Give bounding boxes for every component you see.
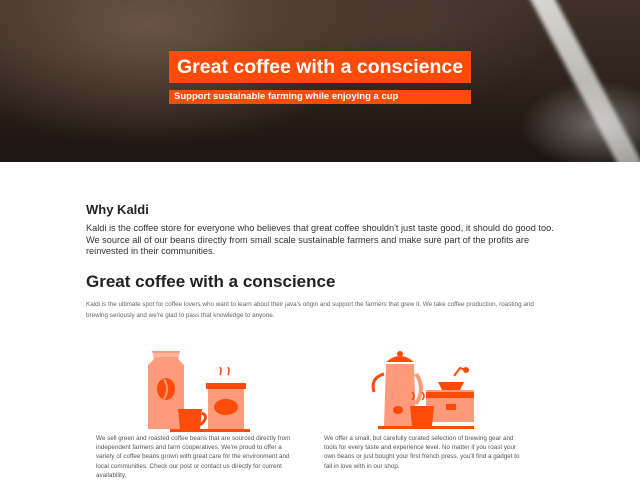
intro-text: Kaldi is the ultimate spot for coffee lo… <box>86 301 534 319</box>
coffee-cup-icon <box>410 406 434 426</box>
why-heading: Why Kaldi <box>86 202 149 217</box>
kettle-lid <box>386 356 414 362</box>
why-text: Kaldi is the coffee store for everyone w… <box>86 223 554 256</box>
beans-description: We sell green and roasted coffee beans t… <box>96 435 291 479</box>
hero-background-glow <box>520 80 640 162</box>
hero-title: Great coffee with a conscience <box>169 51 472 83</box>
steam-icon <box>219 366 230 376</box>
coffee-cup-icon <box>178 409 202 429</box>
hero-banner: Great coffee with a conscience Support s… <box>0 0 640 162</box>
brewing-gear-illustration <box>371 351 474 429</box>
brewing-gear-description: We offer a small, but carefully curated … <box>324 435 520 470</box>
hero-subtitle: Support sustainable farming while enjoyi… <box>169 90 471 104</box>
coffee-beans-bag-illustration <box>148 351 250 432</box>
conscience-heading: Great coffee with a conscience <box>86 272 336 291</box>
